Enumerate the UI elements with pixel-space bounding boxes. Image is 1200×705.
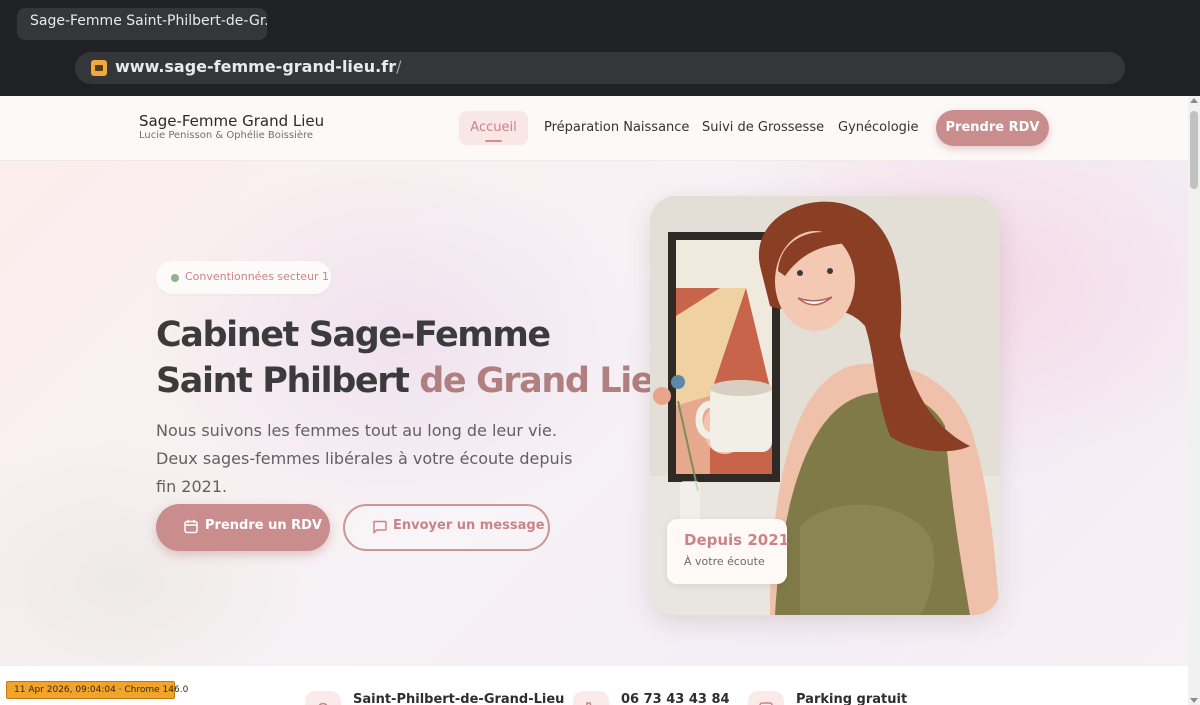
tab-title: Sage-Femme Saint-Philbert-de-Gr...	[30, 13, 267, 29]
page-viewport: Sage-Femme Grand Lieu Lucie Penisson & O…	[0, 96, 1188, 705]
sector-badge: Conventionnées secteur 1	[156, 261, 331, 294]
address-label: Saint-Philbert-de-Grand-Lieu	[353, 692, 565, 705]
parking-label: Parking gratuit	[796, 692, 908, 705]
book-appointment-button[interactable]: Prendre un RDV	[156, 504, 330, 551]
parking-icon	[748, 691, 784, 705]
scroll-up-arrow-icon[interactable]	[1190, 98, 1198, 103]
book-appointment-label: Prendre un RDV	[205, 518, 322, 533]
status-dot	[171, 274, 179, 282]
hero-title: Cabinet Sage-Femme Saint Philbert de Gra…	[156, 312, 678, 404]
timestamp-stamp: 11 Apr 2026, 09:04:04 · Chrome 146.0	[6, 681, 188, 699]
header-rdv-button[interactable]: Prendre RDV	[936, 110, 1049, 146]
scroll-thumb[interactable]	[1190, 111, 1198, 189]
nav-preparation-naissance[interactable]: Préparation Naissance	[544, 111, 689, 145]
scroll-down-arrow-icon[interactable]	[1190, 698, 1198, 703]
since-year: Depuis 2021	[684, 531, 790, 549]
calendar-icon	[184, 519, 198, 538]
since-subtitle: À votre écoute	[684, 555, 765, 568]
send-message-label: Envoyer un message	[393, 518, 545, 533]
map-pin-icon	[305, 691, 341, 705]
send-message-button[interactable]: Envoyer un message	[343, 504, 550, 551]
phone-icon	[573, 691, 609, 705]
badge-label: Conventionnées secteur 1	[185, 270, 330, 283]
nav-gynecologie[interactable]: Gynécologie	[838, 111, 919, 145]
brand-name[interactable]: Sage-Femme Grand Lieu	[139, 112, 324, 130]
browser-chrome: Sage-Femme Saint-Philbert-de-Gr... www.s…	[0, 0, 1200, 96]
browser-tab[interactable]: Sage-Femme Saint-Philbert-de-Gr...	[17, 8, 267, 40]
url-text[interactable]: www.sage-femme-grand-lieu.fr/	[115, 57, 401, 76]
hero-title-line1: Cabinet Sage-Femme	[156, 315, 551, 355]
hero-title-line2: Saint Philbert	[156, 361, 420, 401]
vertical-scrollbar[interactable]	[1188, 96, 1200, 705]
hero-title-accent: de Grand Lieu	[419, 361, 678, 401]
since-2021-card: Depuis 2021 À votre écoute	[667, 519, 790, 584]
brand-subtitle: Lucie Penisson & Ophélie Boissière	[139, 130, 314, 141]
url-domain: www.sage-femme-grand-lieu.fr	[115, 57, 397, 76]
phone-label[interactable]: 06 73 43 43 84	[621, 692, 730, 705]
site-header: Sage-Femme Grand Lieu Lucie Penisson & O…	[0, 96, 1188, 161]
url-path: /	[396, 57, 402, 76]
nav-accueil[interactable]: Accueil	[459, 111, 528, 145]
hero-section: Conventionnées secteur 1 Cabinet Sage-Fe…	[0, 161, 1188, 666]
site-favicon-icon	[91, 60, 107, 76]
hero-photo: Depuis 2021 À votre écoute	[650, 196, 1000, 615]
hero-description: Nous suivons les femmes tout au long de …	[156, 421, 573, 496]
nav-suivi-grossesse[interactable]: Suivi de Grossesse	[702, 111, 824, 145]
address-bar[interactable]: www.sage-femme-grand-lieu.fr/	[75, 52, 1125, 84]
message-icon	[372, 520, 387, 538]
